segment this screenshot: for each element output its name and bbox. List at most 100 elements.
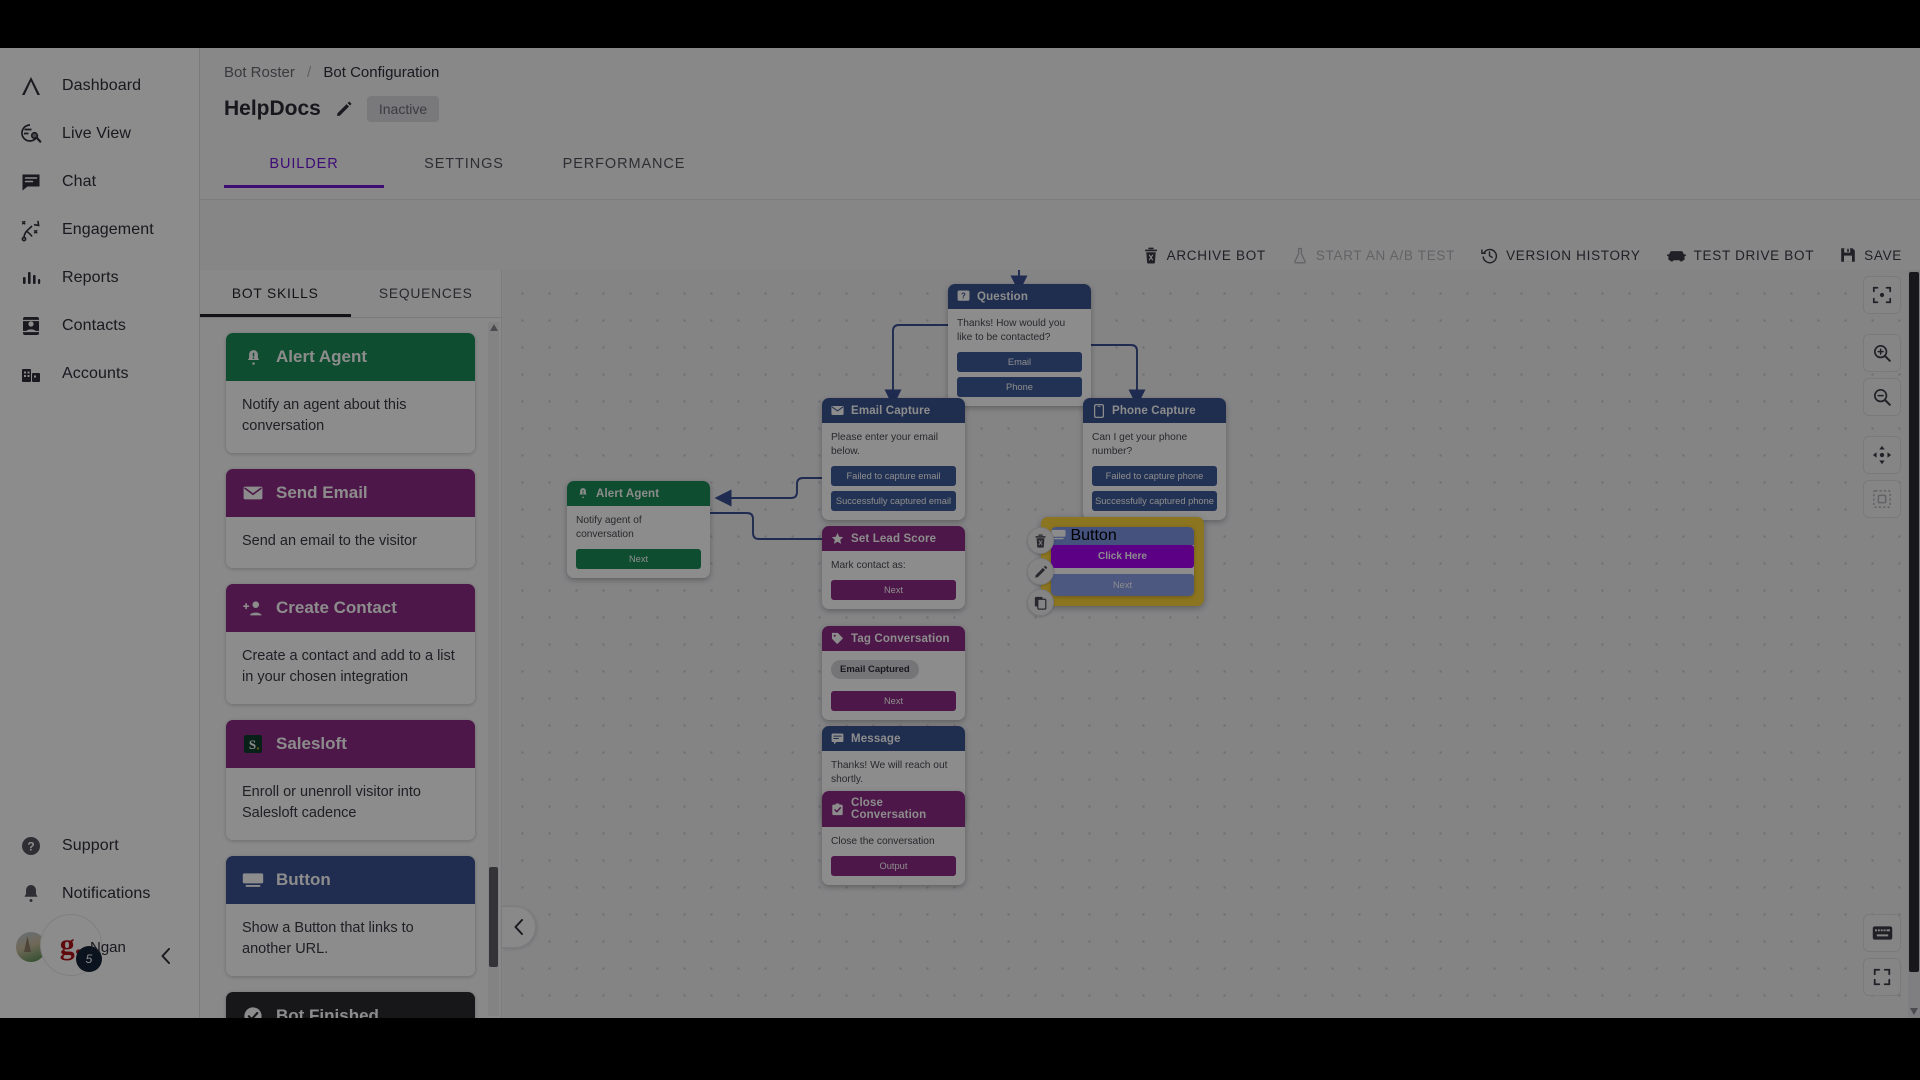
sidebar-item-chat[interactable]: Chat (0, 158, 199, 206)
archive-bot-button[interactable]: ARCHIVE BOT (1143, 247, 1266, 264)
tab-settings[interactable]: SETTINGS (384, 142, 544, 188)
skill-card-title: Alert Agent (276, 347, 367, 366)
header-divider (200, 199, 1920, 200)
node-header: Alert Agent (567, 481, 710, 506)
sidebar-item-contacts[interactable]: Contacts (0, 302, 199, 350)
node-body: Thanks! How would you like to be contact… (948, 309, 1091, 406)
flow-node-question[interactable]: ? Question Thanks! How would you like to… (948, 284, 1091, 406)
scrollbar-thumb[interactable] (1909, 272, 1919, 972)
pencil-icon[interactable] (335, 100, 353, 118)
flow-canvas-wrapper[interactable]: ? Question Thanks! How would you like to… (503, 270, 1920, 1018)
fullscreen-icon[interactable] (1863, 958, 1901, 996)
action-label: SAVE (1864, 247, 1902, 263)
pan-icon[interactable] (1863, 436, 1901, 474)
skill-card-salesloft[interactable]: S Salesloft Enroll or unenroll visitor i… (226, 720, 475, 841)
canvas-toolbar (1862, 276, 1902, 524)
sidebar-item-dashboard[interactable]: Dashboard (0, 62, 199, 110)
pencil-icon[interactable] (1027, 558, 1054, 585)
flow-node-alert-agent[interactable]: Alert Agent Notify agent of conversation… (567, 481, 710, 578)
node-body: Notify agent of conversation Next (567, 506, 710, 578)
bot-actions-toolbar: ARCHIVE BOT START AN A/B TEST VERSION HI… (1143, 238, 1902, 272)
contacts-icon (18, 313, 44, 339)
node-button-next[interactable]: Next (831, 691, 956, 711)
scroll-down-icon[interactable] (1910, 1008, 1918, 1015)
node-body: Mark contact as: Next (822, 551, 965, 609)
node-button-next[interactable]: Next (576, 548, 701, 569)
node-button-next[interactable]: Next (1051, 574, 1194, 596)
node-button-phone[interactable]: Phone (957, 376, 1082, 397)
node-button-output[interactable]: Output (831, 855, 956, 876)
node-button-primary[interactable]: Click Here (1051, 545, 1194, 568)
save-button[interactable]: SAVE (1840, 247, 1902, 263)
node-header: Tag Conversation (822, 626, 965, 651)
node-text: Please enter your email below. (831, 432, 939, 457)
phone-icon (1092, 403, 1105, 418)
trash-icon[interactable] (1027, 527, 1054, 554)
accounts-icon (18, 361, 44, 387)
zoom-out-icon[interactable] (1863, 378, 1901, 416)
flow-node-tag-conversation[interactable]: Tag Conversation Email Captured Next (822, 626, 965, 720)
bell-icon (18, 881, 44, 907)
sidebar-item-notifications[interactable]: Notifications (0, 870, 200, 918)
sidebar-item-accounts[interactable]: Accounts (0, 350, 199, 398)
node-text: Can I get your phone number? (1092, 432, 1188, 457)
sidebar-item-label: Engagement (62, 221, 154, 238)
tab-builder[interactable]: BUILDER (224, 142, 384, 188)
tab-performance[interactable]: PERFORMANCE (544, 142, 704, 188)
start-ab-test-button[interactable]: START AN A/B TEST (1292, 247, 1455, 264)
breadcrumb-root[interactable]: Bot Roster (224, 64, 295, 81)
skill-card-create-contact[interactable]: Create Contact Create a contact and add … (226, 584, 475, 705)
flow-node-close-conversation[interactable]: Close Conversation Close the conversatio… (822, 791, 965, 885)
node-header: Button (1051, 527, 1194, 545)
svg-text:?: ? (27, 840, 34, 854)
node-title: Set Lead Score (851, 532, 937, 545)
node-button-failed[interactable]: Failed to capture phone (1092, 465, 1217, 486)
flow-canvas[interactable]: ? Question Thanks! How would you like to… (503, 270, 1920, 1018)
node-title: Alert Agent (596, 487, 660, 500)
scroll-up-icon[interactable] (490, 324, 498, 331)
node-button-success[interactable]: Successfully captured email (831, 490, 956, 511)
focus-icon[interactable] (1863, 276, 1901, 314)
version-history-button[interactable]: VERSION HISTORY (1481, 247, 1641, 264)
skill-card-desc: Send an email to the visitor (226, 517, 475, 569)
tab-sequences[interactable]: SEQUENCES (351, 270, 502, 317)
node-button-success[interactable]: Successfully captured phone (1092, 490, 1217, 511)
sidebar-item-engagement[interactable]: Engagement (0, 206, 199, 254)
skill-card-alert-agent[interactable]: Alert Agent Notify an agent about this c… (226, 333, 475, 454)
sidebar-item-label: Chat (62, 173, 97, 190)
skill-card-button[interactable]: Button Show a Button that links to anoth… (226, 856, 475, 977)
flow-node-button[interactable]: Button Click Here Next (1051, 527, 1194, 596)
keyboard-icon[interactable] (1863, 914, 1901, 952)
flow-node-email-capture[interactable]: Email Capture Please enter your email be… (822, 398, 965, 520)
node-title: Question (977, 290, 1029, 303)
node-button-email[interactable]: Email (957, 351, 1082, 372)
node-button-next[interactable]: Next (831, 579, 956, 600)
skill-card-bot-finished[interactable]: Bot Finished No further bot actions (226, 992, 475, 1018)
node-title: Email Capture (851, 404, 931, 417)
sidebar: Dashboard Live View Chat Engagement Repo… (0, 48, 200, 1018)
node-button-failed[interactable]: Failed to capture email (831, 465, 956, 486)
sidebar-item-reports[interactable]: Reports (0, 254, 199, 302)
flow-node-set-lead-score[interactable]: Set Lead Score Mark contact as: Next (822, 526, 965, 609)
svg-text:?: ? (961, 291, 966, 300)
skills-panel-scrollbar[interactable] (488, 322, 499, 1016)
skill-card-send-email[interactable]: Send Email Send an email to the visitor (226, 469, 475, 569)
canvas-toolbar-bottom (1862, 914, 1902, 1002)
zoom-in-icon[interactable] (1863, 334, 1901, 372)
scrollbar-thumb[interactable] (489, 867, 498, 967)
node-text: Thanks! We will reach out shortly. (831, 760, 948, 785)
message-icon (831, 732, 844, 745)
sidebar-item-label: Live View (62, 125, 132, 142)
sidebar-item-support[interactable]: ? Support (0, 822, 200, 870)
sidebar-item-live-view[interactable]: Live View (0, 110, 199, 158)
star-icon (831, 532, 844, 545)
flow-node-phone-capture[interactable]: Phone Capture Can I get your phone numbe… (1083, 398, 1226, 520)
collapse-sidebar-button[interactable] (154, 944, 178, 968)
tab-bot-skills[interactable]: BOT SKILLS (200, 270, 351, 317)
copy-icon[interactable] (1027, 589, 1054, 616)
reports-icon (18, 265, 44, 291)
logo-chevron-icon (18, 73, 44, 99)
test-drive-bot-button[interactable]: TEST DRIVE BOT (1666, 248, 1815, 263)
select-area-icon[interactable] (1863, 480, 1901, 518)
canvas-scrollbar[interactable] (1908, 270, 1920, 1018)
